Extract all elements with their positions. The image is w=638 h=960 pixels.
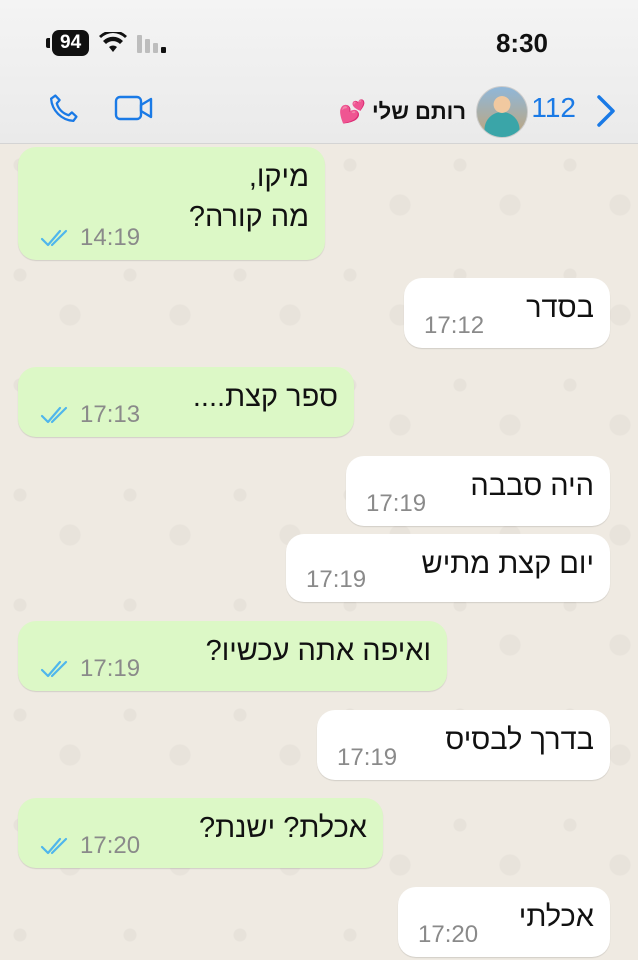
message-meta: 17:19 (40, 655, 140, 683)
avatar[interactable] (476, 86, 528, 138)
double-check-icon (40, 837, 68, 855)
message-time: 14:19 (80, 224, 141, 251)
message-bubble-incoming[interactable]: יום קצת מתיש 17:19 (286, 534, 610, 602)
message-time: 17:20 (418, 921, 479, 948)
double-check-icon (40, 229, 68, 247)
message-bubble-incoming[interactable]: בדרך לבסיס 17:19 (317, 710, 610, 780)
message-bubble-incoming[interactable]: בסדר 17:12 (404, 278, 610, 348)
phone-icon[interactable] (46, 92, 80, 126)
message-list[interactable]: מיקו, מה קורה? 14:19 בסדר 17:12 ספר קצת.… (0, 145, 638, 960)
video-call-icon[interactable] (114, 94, 154, 122)
message-meta: 17:20 (40, 832, 140, 860)
status-time: 8:30 (495, 28, 548, 58)
status-indicators: 94 (45, 30, 171, 56)
message-meta: 17:19 (306, 566, 366, 594)
contact-name[interactable]: רותם שלי 💕 (339, 99, 467, 125)
message-time: 17:13 (80, 401, 141, 428)
message-bubble-incoming[interactable]: אכלתי 17:20 (398, 887, 610, 957)
message-time: 17:19 (306, 566, 367, 593)
message-meta: 17:12 (424, 312, 484, 340)
message-meta: 17:19 (366, 490, 426, 518)
message-bubble-outgoing[interactable]: ספר קצת.... 17:13 (18, 367, 354, 437)
message-meta: 14:19 (40, 224, 140, 252)
message-bubble-outgoing[interactable]: אכלת? ישנת? 17:20 (18, 798, 383, 868)
message-meta: 17:20 (418, 921, 478, 949)
battery-indicator: 94 (45, 30, 90, 56)
message-meta: 17:19 (337, 744, 397, 772)
chat-header: 94 8:30 רותם שלי 💕 112 (0, 0, 638, 144)
message-bubble-incoming[interactable]: היה סבבה 17:19 (346, 456, 610, 526)
nav-bar: רותם שלי 💕 112 (0, 82, 638, 140)
double-check-icon (40, 406, 68, 424)
contact-info[interactable]: רותם שלי 💕 (339, 86, 528, 138)
message-meta: 17:13 (40, 401, 140, 429)
signal-icon (137, 35, 167, 53)
message-bubble-outgoing[interactable]: ואיפה אתה עכשיו? 17:19 (18, 621, 447, 691)
chevron-back-icon[interactable] (596, 94, 616, 128)
message-time: 17:20 (80, 832, 141, 859)
message-bubble-outgoing[interactable]: מיקו, מה קורה? 14:19 (18, 147, 325, 260)
message-time: 17:19 (80, 655, 141, 682)
message-time: 17:12 (424, 312, 485, 339)
message-time: 17:19 (337, 744, 398, 771)
message-time: 17:19 (366, 490, 427, 517)
double-check-icon (40, 660, 68, 678)
wifi-icon (99, 32, 128, 52)
unread-count[interactable]: 112 (531, 92, 576, 124)
